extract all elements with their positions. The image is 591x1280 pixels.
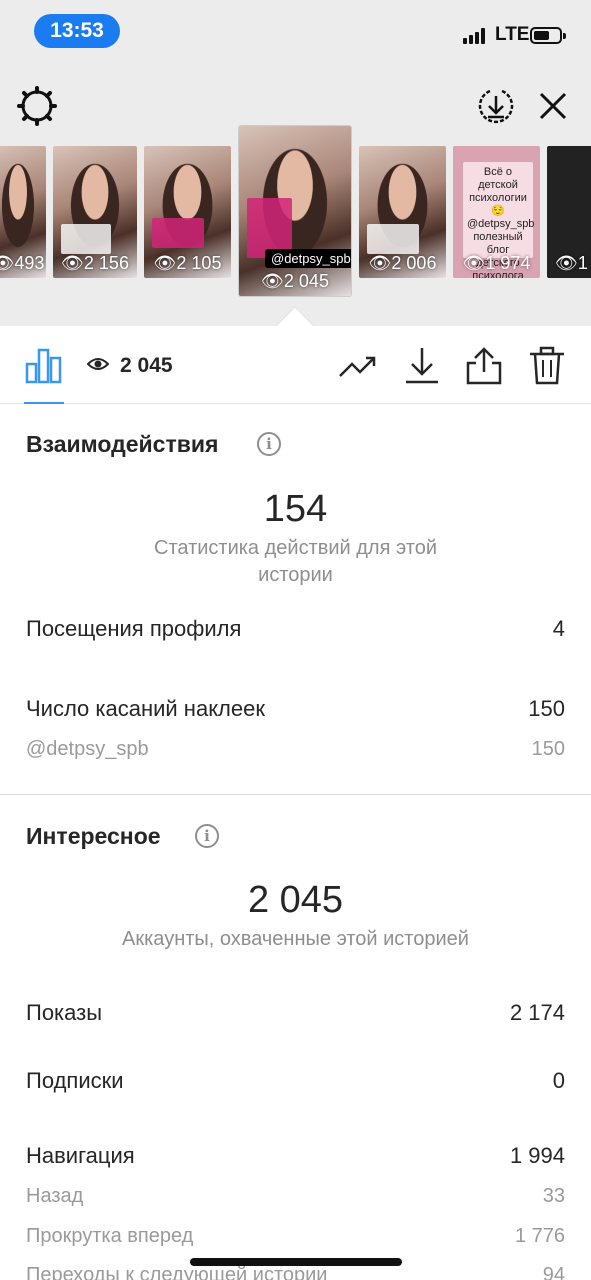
tab-underline — [24, 402, 64, 404]
thumbnail-views: 2 045 — [283, 271, 329, 291]
info-icon[interactable]: i — [195, 824, 219, 848]
forward-label: Прокрутка вперед — [26, 1225, 194, 1247]
network-label: LTE — [495, 24, 530, 45]
story-views-count: 2 045 — [120, 354, 173, 377]
text-card: Всё о детской психологии 😌 @detpsy_spb п… — [463, 162, 534, 278]
status-bar: 13:53 LTE — [0, 0, 591, 70]
discovery-total: 2 045 — [247, 879, 344, 921]
story-thumbnails: 👁493 👁2 156 👁2 105 @detpsy_spb 👁2 045 👁2… — [0, 126, 591, 300]
next-story-value: 94 — [542, 1264, 565, 1280]
navigation-value: 1 994 — [509, 1143, 565, 1168]
eye-icon — [87, 358, 109, 370]
story-thumbnail[interactable]: 👁493 — [0, 146, 46, 278]
save-icon[interactable] — [402, 346, 442, 386]
forward-value: 1 776 — [514, 1225, 565, 1247]
info-icon[interactable]: i — [257, 432, 281, 456]
story-thumbnail[interactable]: Всё о детской психологии 😌 @detpsy_spb п… — [453, 146, 540, 278]
section-divider — [0, 794, 591, 795]
download-circle-icon[interactable] — [476, 86, 516, 126]
insights-action-bar: 2 045 — [0, 326, 591, 404]
bar-chart-icon[interactable] — [24, 346, 64, 386]
eye-icon: 👁 — [261, 271, 284, 291]
sticker-taps-label: Число касаний наклеек — [26, 696, 265, 721]
eye-icon: 👁 — [462, 253, 486, 273]
sticker-mention-label[interactable]: @detpsy_spb — [26, 738, 149, 761]
thumbnail-views: 1 974 — [485, 253, 531, 273]
next-story-label: Переходы к следующей истории — [26, 1264, 328, 1280]
home-indicator[interactable] — [190, 1258, 402, 1266]
share-icon[interactable] — [464, 346, 504, 386]
eye-icon: 👁 — [153, 253, 177, 273]
profile-visits-value: 4 — [552, 616, 565, 641]
discovery-title: Интересное — [26, 823, 161, 849]
back-label: Назад — [26, 1185, 84, 1207]
thumbnail-views: 2 006 — [391, 253, 437, 273]
impressions-value: 2 174 — [509, 1000, 565, 1025]
profile-visits-label: Посещения профиля — [26, 616, 242, 641]
gear-icon[interactable] — [17, 86, 57, 126]
eye-icon: 👁 — [555, 253, 578, 273]
interactions-caption: Статистика действий для этой истории — [154, 537, 437, 586]
navigation-label: Навигация — [26, 1143, 135, 1168]
battery-icon — [530, 27, 566, 44]
thumbnail-views: 493 — [14, 253, 45, 273]
discovery-caption: Аккаунты, охваченные этой историей — [122, 928, 469, 950]
eye-icon: 👁 — [0, 253, 15, 273]
story-thumbnail[interactable]: 👁2 105 — [144, 146, 231, 278]
story-thumbnail-selected[interactable]: @detpsy_spb 👁2 045 — [239, 126, 351, 296]
story-thumbnail[interactable]: 👁2 156 — [53, 146, 137, 278]
thumbnail-views: 2 156 — [83, 253, 129, 273]
follows-value: 0 — [552, 1068, 565, 1093]
story-viewer-header: 13:53 LTE 👁493 👁2 156 👁2 105 @detpsy_spb… — [0, 0, 591, 326]
mention-sticker[interactable]: @detpsy_spb — [265, 249, 351, 268]
close-icon[interactable] — [533, 86, 573, 126]
trash-icon[interactable] — [527, 346, 567, 386]
impressions-label: Показы — [26, 1000, 103, 1025]
thumbnail-views: 1 — [577, 253, 588, 273]
sticker-taps-value: 150 — [528, 696, 565, 721]
story-thumbnail[interactable]: 👁1 — [547, 146, 591, 278]
eye-icon: 👁 — [61, 253, 84, 273]
sticker-mention-value: 150 — [531, 738, 565, 760]
story-thumbnail[interactable]: 👁2 006 — [359, 146, 446, 278]
interactions-title: Взаимодействия — [26, 431, 219, 457]
thumbnail-views: 2 105 — [176, 253, 222, 273]
eye-icon: 👁 — [368, 253, 392, 273]
signal-icon — [463, 28, 489, 44]
status-time: 13:53 — [34, 14, 120, 48]
interactions-total: 154 — [263, 488, 328, 530]
trend-icon[interactable] — [338, 346, 378, 386]
back-value: 33 — [542, 1185, 565, 1207]
follows-label: Подписки — [26, 1068, 124, 1093]
